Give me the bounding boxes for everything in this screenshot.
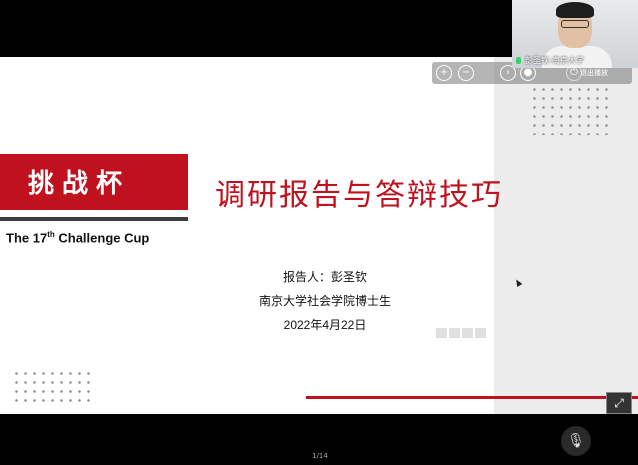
subtitle-text-end: Challenge Cup: [54, 230, 150, 246]
fullscreen-icon[interactable]: ⤢: [606, 392, 632, 414]
decorative-dots-bottom: [12, 369, 90, 407]
date-line: 2022年4月22日: [283, 318, 367, 332]
banner-title: 挑战杯: [28, 169, 131, 199]
participant-name: 彭圣钦-南京大学: [514, 55, 624, 66]
reporter-line: 报告人：彭圣钦: [282, 270, 367, 284]
participant-name-text: 彭圣钦-南京大学: [525, 56, 584, 65]
challenge-cup-subtitle: The 17th Challenge Cup: [6, 230, 149, 245]
slide-red-rule: [306, 396, 638, 399]
subtitle-ordinal: th: [47, 230, 55, 239]
slide-main-title: 调研报告与答辩技巧: [215, 178, 503, 213]
presentation-slide: 挑战杯 The 17th Challenge Cup 调研报告与答辩技巧 报告人…: [0, 57, 638, 414]
banner-underline: [0, 217, 188, 221]
zoom-out-icon[interactable]: −: [458, 65, 474, 81]
page-indicator: 1/14: [312, 452, 328, 460]
decorative-dots-top: [530, 85, 610, 135]
zoom-in-icon[interactable]: +: [436, 65, 452, 81]
subtitle-text: The 17: [6, 230, 48, 246]
affiliation-line: 南京大学社会学院博士生: [258, 294, 391, 308]
microphone-icon[interactable]: 🎙: [561, 426, 591, 456]
decorative-dashes: [436, 328, 488, 338]
video-person-hair: [556, 2, 594, 18]
video-person-glasses: [561, 20, 589, 28]
exit-play-label[interactable]: 退出播放: [580, 68, 608, 78]
